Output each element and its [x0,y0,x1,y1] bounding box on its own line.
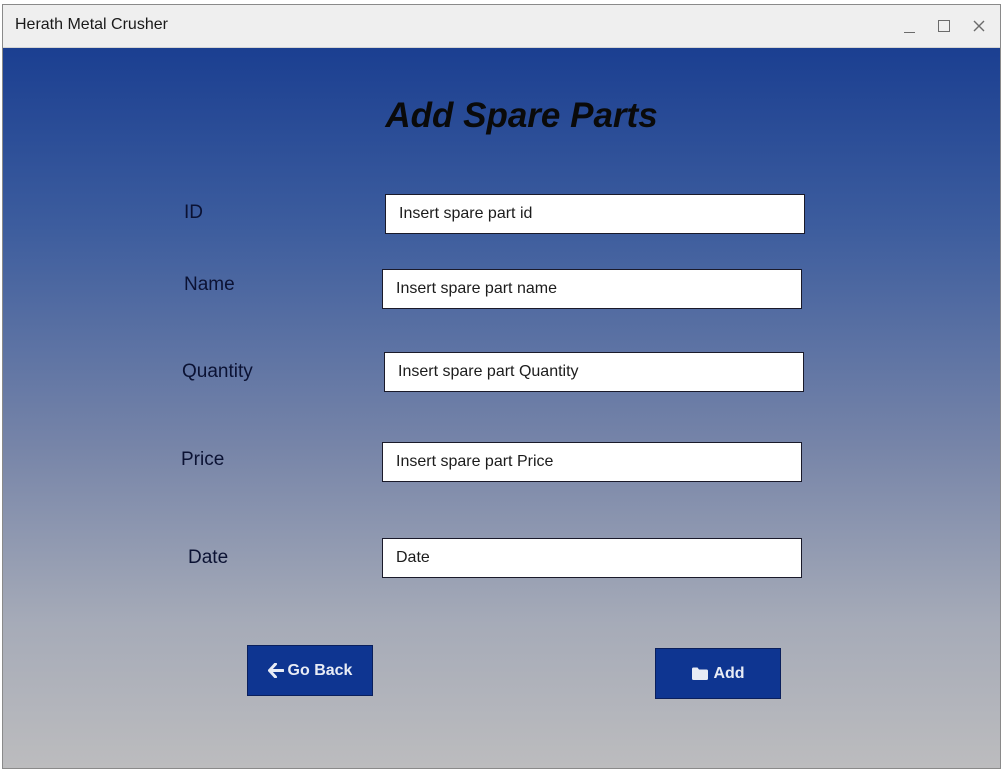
id-input[interactable] [385,194,805,234]
minimize-icon [903,31,915,33]
form-panel: Add Spare Parts ID Name Quantity Price D… [3,48,1000,768]
maximize-icon [938,20,950,32]
name-label: Name [184,274,235,295]
page-title: Add Spare Parts [385,96,658,135]
quantity-input[interactable] [384,352,804,392]
app-window: Herath Metal Crusher Add Spare Parts ID … [2,4,1001,769]
date-label: Date [188,547,229,568]
window-title: Herath Metal Crusher [15,16,168,33]
title-bar: Herath Metal Crusher [3,5,1000,48]
quantity-label: Quantity [182,361,253,382]
folder-icon [692,667,709,680]
name-input[interactable] [382,269,802,309]
price-label: Price [181,449,225,470]
add-button[interactable]: Add [655,648,781,699]
close-button[interactable] [966,13,992,39]
add-label: Add [713,664,745,682]
minimize-button[interactable] [896,13,922,39]
id-label: ID [184,202,203,223]
close-icon [973,20,985,32]
price-input[interactable] [382,442,802,482]
arrow-left-icon [267,663,284,678]
maximize-button[interactable] [931,13,957,39]
date-input[interactable] [382,538,802,578]
go-back-button[interactable]: Go Back [247,645,373,696]
go-back-label: Go Back [287,661,353,679]
